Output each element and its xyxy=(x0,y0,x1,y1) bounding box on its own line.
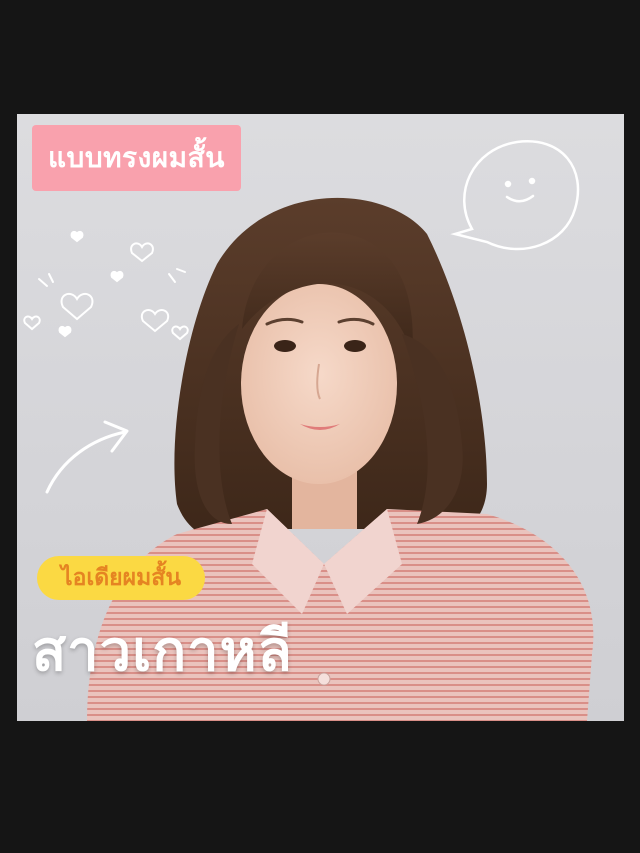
hearts-doodle-icon xyxy=(23,230,189,341)
arrow-doodle-icon xyxy=(45,420,129,494)
hairstyle-category-label: แบบทรงผมสั้น xyxy=(48,141,225,174)
hairstyle-category-pill: แบบทรงผมสั้น xyxy=(32,125,241,191)
subtitle-label: ไอเดียผมสั้น xyxy=(61,565,182,591)
page-frame: แบบทรงผมสั้น ไอเดียผมสั้น สาวเกาหลี xyxy=(0,0,640,853)
subtitle-pill: ไอเดียผมสั้น xyxy=(37,556,206,600)
speech-bubble-smiley-icon xyxy=(450,140,580,251)
main-title: สาวเกาหลี xyxy=(32,619,293,684)
cover-image-card: แบบทรงผมสั้น ไอเดียผมสั้น สาวเกาหลี xyxy=(17,114,624,721)
